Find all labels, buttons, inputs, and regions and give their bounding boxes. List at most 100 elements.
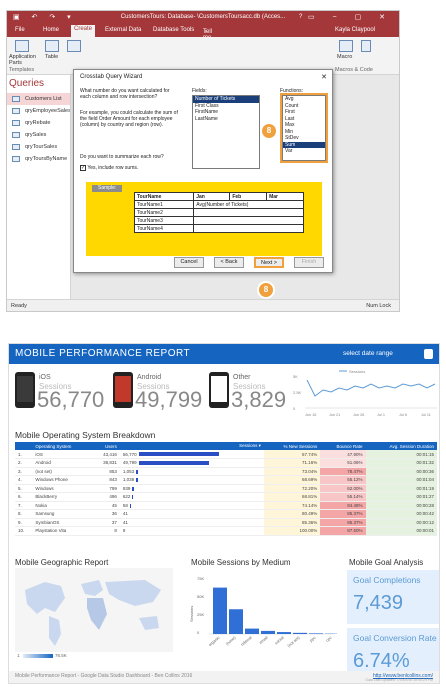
date-range-selector[interactable]: select date range xyxy=(343,350,393,357)
tab-create[interactable]: Create xyxy=(71,25,96,37)
application-parts-icon[interactable] xyxy=(15,40,29,52)
table-column-header[interactable]: Avg. Session Duration xyxy=(365,442,437,450)
bounce-rate-cell: 85.37% xyxy=(320,518,366,527)
users-cell: 8 xyxy=(91,526,120,536)
users-cell: 37 xyxy=(91,518,120,527)
status-bar: Ready Num Lock xyxy=(7,299,399,311)
table-row[interactable]: 6. BlackBerry 496 622 68.81% 55.14% 00:01:27 xyxy=(15,492,437,502)
medium-bar[interactable] xyxy=(277,632,291,634)
medium-bar[interactable] xyxy=(245,628,259,634)
tab-home[interactable]: Home xyxy=(43,27,59,33)
module-icon[interactable] xyxy=(361,40,371,52)
table-row[interactable]: 4. Windows Phone 843 1,038 68.69% 55.12% 00:01… xyxy=(15,475,437,485)
query-icon xyxy=(12,144,20,150)
table-row[interactable]: 2. Android 38,831 49,799 71.16% 51.06% 00:01:3… xyxy=(15,458,437,468)
medium-category-label: referral xyxy=(240,635,253,647)
sessions-cell: 622 xyxy=(119,492,264,502)
sessions-bar xyxy=(138,461,209,466)
back-button[interactable]: < Back xyxy=(214,257,244,268)
avg-duration-cell: 00:00:12 xyxy=(365,518,437,527)
medium-bar[interactable] xyxy=(309,633,323,634)
table-column-header[interactable]: Bounce Rate xyxy=(320,442,366,450)
table-column-header[interactable] xyxy=(15,442,33,450)
sessions-by-medium-chart: Sessions 75K 50K 25K 0 organic (none) refe… xyxy=(189,576,337,648)
os-name: iOS xyxy=(32,450,92,459)
world-map[interactable] xyxy=(15,568,173,652)
medium-bar[interactable] xyxy=(293,632,307,634)
os-name: Samsung xyxy=(32,509,92,519)
tab-external-data[interactable]: External Data xyxy=(105,27,141,33)
medium-bar[interactable] xyxy=(229,609,243,634)
table-row[interactable]: 10. Playstation Vita 8 8 100.00% 87.50% 00:00:… xyxy=(15,526,437,536)
table-row[interactable]: 3. (not set) 853 1,053 73.04% 78.47% 00:00:36 xyxy=(15,467,437,476)
device-name: iOS xyxy=(39,374,51,381)
fields-list[interactable]: Number of Tickets First Class FirstName … xyxy=(192,95,260,169)
kpi-value: 7,439 xyxy=(353,592,404,614)
avg-duration-cell: 00:00:28 xyxy=(365,501,437,510)
cancel-button[interactable]: Cancel xyxy=(174,257,204,268)
avg-duration-cell: 00:00:36 xyxy=(365,467,437,476)
tab-file[interactable]: File xyxy=(15,27,25,33)
medium-category-label: cpc xyxy=(325,635,333,643)
avg-duration-cell: 00:00:01 xyxy=(365,526,437,536)
help-icon[interactable]: ? xyxy=(299,14,302,20)
medium-bar[interactable] xyxy=(261,630,275,634)
kpi-label: Goal Completions xyxy=(353,575,421,585)
table-row[interactable]: 9. SymbianOS 37 41 85.36% 85.37% 00:00:12 xyxy=(15,518,437,527)
table-row[interactable]: 7. Nokia 45 58 74.14% 84.48% 00:00:28 xyxy=(15,501,437,510)
nav-item-label: qryToursByName xyxy=(25,156,68,162)
avg-duration-cell: 00:01:15 xyxy=(365,450,437,459)
table-column-header[interactable]: Users xyxy=(91,442,120,450)
table-design-icon[interactable] xyxy=(67,40,81,52)
nav-item-qrytoursales[interactable]: qryTourSales xyxy=(7,141,70,153)
medium-bar[interactable] xyxy=(213,587,227,634)
macros-code-group-label: Macros & Code xyxy=(335,67,373,73)
medium-y-tick: 50K xyxy=(197,594,204,599)
table-header-row: Operating System Users Sessions ▾% New Ses… xyxy=(15,442,437,450)
table-column-header[interactable]: Sessions ▾ xyxy=(119,442,264,450)
map-scale-max: 76.5K xyxy=(55,653,67,658)
os-name: SymbianOS xyxy=(32,518,92,527)
row-rank: 4. xyxy=(15,475,33,485)
close-icon[interactable]: ✕ xyxy=(321,73,327,81)
bounce-rate-cell: 51.06% xyxy=(320,458,366,468)
grid-row-label: TourName3 xyxy=(133,216,195,225)
users-cell: 799 xyxy=(91,484,120,493)
field-item[interactable]: LastName xyxy=(193,116,259,123)
functions-highlight xyxy=(280,93,328,163)
medium-y-axis-label: Sessions xyxy=(189,606,194,622)
table-column-header[interactable]: Operating System xyxy=(32,442,92,450)
table-icon[interactable] xyxy=(45,40,59,52)
row-sums-checkbox[interactable]: ✓ Yes, include row sums. xyxy=(80,165,138,171)
bounce-rate-cell: 47.90% xyxy=(320,450,366,459)
finish-button[interactable]: Finish xyxy=(294,257,324,268)
sessions-cell: 8 xyxy=(119,526,264,536)
macro-icon[interactable] xyxy=(339,40,353,52)
nav-item-qrysales[interactable]: qrySales xyxy=(7,129,70,141)
data-updated-note: Data Last Updated: 7/19/2016 10:00:29 PM xyxy=(365,678,433,682)
grid-header: Jan xyxy=(193,192,231,201)
user-name[interactable]: Kayla Claypool xyxy=(335,27,375,33)
nav-item-customers-list[interactable]: Customers List xyxy=(7,93,70,105)
access-window: ▣ ↶ ↷ ▾ CustomersTours: Database- \Custo… xyxy=(6,10,400,312)
window-controls[interactable]: ▭ − ▢ ✕ xyxy=(308,13,393,21)
sessions-cell: 49,799 xyxy=(119,458,264,468)
tab-database-tools[interactable]: Database Tools xyxy=(153,27,194,33)
table-row[interactable]: 8. Samsung 36 41 80.49% 85.37% 00:00:42 xyxy=(15,509,437,519)
nav-heading[interactable]: Queries xyxy=(9,78,70,89)
next-button[interactable]: Next > xyxy=(254,257,284,268)
sessions-bar xyxy=(132,495,134,500)
nav-item-qrytoursbyname[interactable]: qryToursByName xyxy=(7,153,70,165)
table-column-header[interactable]: % New Sessions xyxy=(263,442,321,450)
medium-category-label: social xyxy=(274,635,285,645)
step-callout-badge: 8 xyxy=(260,122,278,140)
nav-item-qryemployeesales[interactable]: qryEmployeeSales xyxy=(7,105,70,117)
navigation-pane: Queries Customers List qryEmployeeSales … xyxy=(7,75,71,301)
sessions-value: 56,770 xyxy=(122,451,137,457)
sessions-bar xyxy=(136,469,138,474)
sample-preview: Sample: TourName Jan Feb Mar TourName1 A… xyxy=(86,182,322,256)
table-row[interactable]: 5. Windows 799 939 72.20% 62.00% 00:01:19 xyxy=(15,484,437,493)
table-row[interactable]: 1. iOS 43,416 56,770 67.74% 47.90% 00:01:15 xyxy=(15,450,437,459)
nav-item-qryrebate[interactable]: qryRebate xyxy=(7,117,70,129)
spark-y-label: 5K xyxy=(293,374,298,379)
